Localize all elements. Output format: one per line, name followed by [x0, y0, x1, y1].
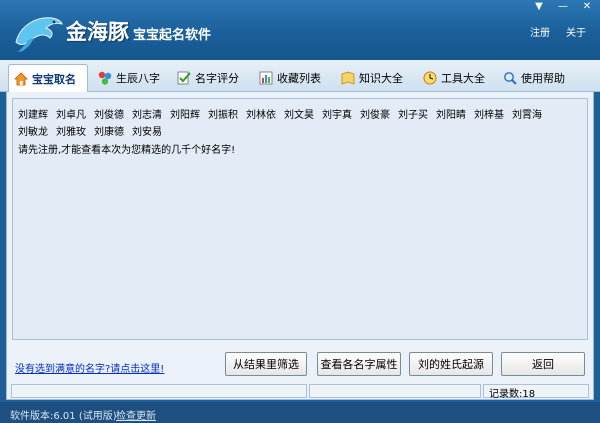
unsatisfied-link[interactable]: 没有选到满意的名字?请点击这里! — [15, 360, 164, 375]
main-panel: 刘建辉 刘卓凡 刘俊德 刘志清 刘阳辉 刘振积 刘林依 刘文昊 刘宇真 刘俊豪 … — [6, 92, 594, 400]
tab-favorites[interactable]: 收藏列表 — [254, 65, 332, 91]
record-count: 记录数:18 — [489, 389, 536, 400]
filter-results-button[interactable]: 从结果里筛选 — [225, 352, 307, 376]
minimize-icon[interactable]: — — [552, 0, 574, 14]
list-item[interactable]: 刘建辉 — [18, 107, 48, 124]
back-button[interactable]: 返回 — [501, 352, 585, 376]
list-item[interactable]: 刘俊德 — [94, 107, 124, 124]
tab-label: 使用帮助 — [521, 72, 565, 85]
status-segment — [309, 384, 481, 398]
tab-help[interactable]: 使用帮助 — [498, 65, 576, 91]
list-item[interactable]: 刘梓基 — [474, 107, 504, 124]
list-item[interactable]: 刘雅玫 — [56, 124, 86, 141]
footer-bar: 软件版本:6.01 (试用版) 检查更新 — [0, 402, 600, 423]
brand-name: 金海豚 — [66, 20, 129, 44]
list-item[interactable]: 刘霄海 — [512, 107, 542, 124]
check-update-link[interactable]: 检查更新 — [116, 407, 156, 422]
tab-label: 收藏列表 — [277, 72, 321, 85]
menu-dropdown-icon[interactable]: ▼ — [528, 0, 550, 14]
brand-subtitle: 宝宝起名软件 — [133, 28, 212, 43]
clock-icon — [423, 71, 437, 85]
tab-label: 知识大全 — [359, 72, 403, 85]
list-item[interactable]: 刘宇真 — [322, 107, 352, 124]
list-item[interactable]: 刘阳辉 — [170, 107, 200, 124]
tab-birth-bazi[interactable]: 生辰八字 — [93, 65, 169, 91]
tab-label: 生辰八字 — [116, 72, 160, 85]
about-link[interactable]: 关于 — [566, 24, 586, 39]
list-item[interactable]: 刘安易 — [132, 124, 162, 141]
list-item[interactable]: 刘振积 — [208, 107, 238, 124]
name-list: 刘建辉 刘卓凡 刘俊德 刘志清 刘阳辉 刘振积 刘林依 刘文昊 刘宇真 刘俊豪 … — [18, 107, 584, 141]
tab-label: 名字评分 — [195, 72, 239, 85]
balls-icon — [98, 71, 112, 85]
tab-bar: 宝宝取名 生辰八字 名字评分 收藏列表 知识大全 工具大全 使用帮助 — [0, 60, 600, 92]
register-notice: 请先注册,才能查看本次为您精选的几千个好名字! — [18, 145, 236, 156]
list-item[interactable]: 刘康德 — [94, 124, 124, 141]
list-item[interactable]: 刘阳睛 — [436, 107, 466, 124]
close-icon[interactable]: ✕ — [576, 0, 598, 14]
tab-tools[interactable]: 工具大全 — [418, 65, 496, 91]
list-item[interactable]: 刘文昊 — [284, 107, 314, 124]
status-segment — [11, 384, 307, 398]
list-item[interactable]: 刘林依 — [246, 107, 276, 124]
tab-name-score[interactable]: 名字评分 — [172, 65, 250, 91]
tab-label: 工具大全 — [441, 72, 485, 85]
version-text: 软件版本:6.01 (试用版) — [10, 411, 117, 422]
tab-knowledge[interactable]: 知识大全 — [336, 65, 414, 91]
results-box: 刘建辉 刘卓凡 刘俊德 刘志清 刘阳辉 刘振积 刘林依 刘文昊 刘宇真 刘俊豪 … — [12, 98, 588, 340]
home-icon — [14, 71, 28, 85]
title-bar: 金海豚 宝宝起名软件 ▼ — ✕ 注册 关于 — [0, 0, 600, 60]
list-item[interactable]: 刘敏龙 — [18, 124, 48, 141]
magnifier-icon — [504, 72, 517, 85]
surname-origin-button[interactable]: 刘的姓氏起源 — [409, 352, 493, 376]
register-link[interactable]: 注册 — [530, 24, 550, 39]
list-item[interactable]: 刘卓凡 — [56, 107, 86, 124]
tab-baby-naming[interactable]: 宝宝取名 — [8, 64, 88, 92]
list-item[interactable]: 刘俊豪 — [360, 107, 390, 124]
list-item[interactable]: 刘子买 — [398, 107, 428, 124]
score-icon — [177, 71, 191, 85]
dolphin-logo-icon — [15, 17, 63, 52]
list-item[interactable]: 刘志清 — [132, 107, 162, 124]
book-icon — [341, 71, 355, 85]
tab-label: 宝宝取名 — [32, 72, 76, 86]
chart-icon — [259, 71, 273, 85]
view-attributes-button[interactable]: 查看各名字属性 — [317, 352, 401, 376]
